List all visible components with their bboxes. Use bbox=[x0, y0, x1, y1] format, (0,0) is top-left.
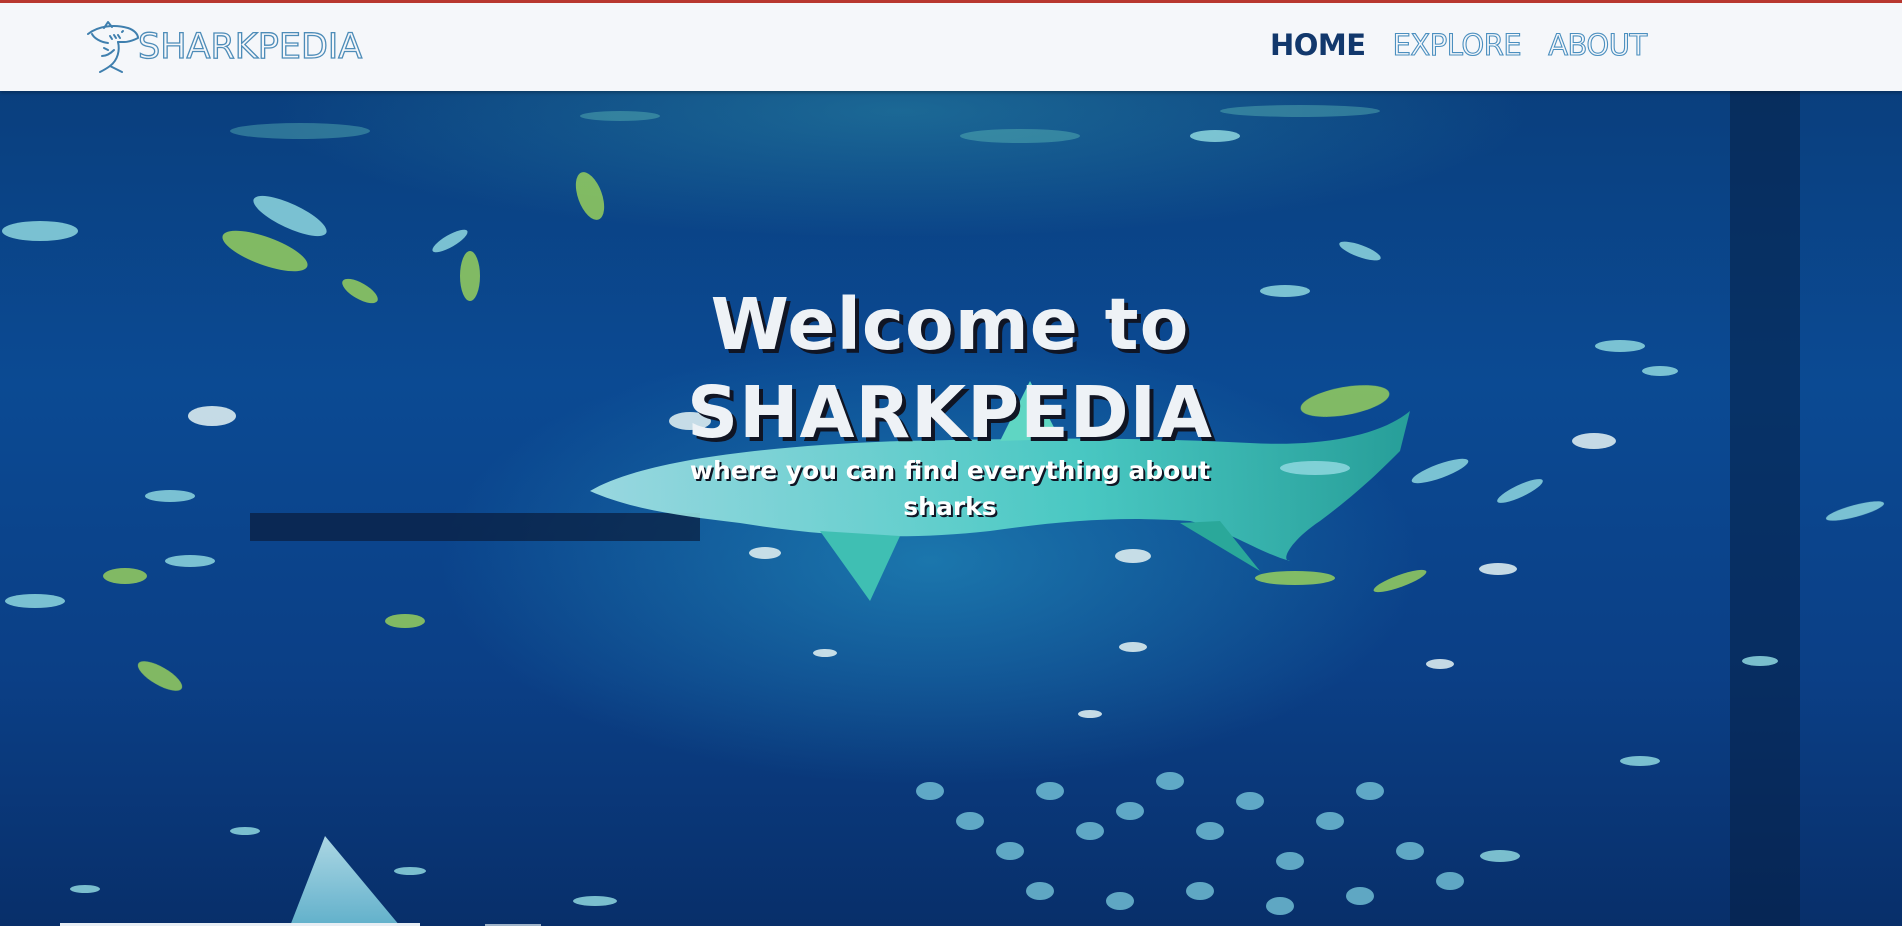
nav-about[interactable]: ABOUT bbox=[1548, 25, 1648, 65]
shark-logo-icon bbox=[87, 21, 139, 73]
hero-title: Welcome to SHARKPEDIA bbox=[600, 281, 1300, 457]
brand-logo-link[interactable]: SHARKPEDIA bbox=[84, 19, 363, 75]
brand-name: SHARKPEDIA bbox=[137, 26, 363, 67]
navbar: SHARKPEDIA HOME EXPLORE ABOUT bbox=[0, 3, 1902, 91]
hero-section: Welcome to SHARKPEDIA where you can find… bbox=[0, 91, 1902, 926]
main-nav: HOME EXPLORE ABOUT bbox=[1270, 25, 1648, 65]
top-accent-bar bbox=[0, 0, 1902, 3]
hero-title-line2: SHARKPEDIA bbox=[686, 371, 1214, 454]
nav-home[interactable]: HOME bbox=[1270, 25, 1366, 65]
hero-subtitle: where you can find everything about shar… bbox=[689, 456, 1211, 521]
page: SHARKPEDIA HOME EXPLORE ABOUT Welcome to… bbox=[0, 0, 1902, 926]
hero-title-line1: Welcome to bbox=[710, 283, 1190, 366]
nav-explore[interactable]: EXPLORE bbox=[1392, 25, 1522, 65]
